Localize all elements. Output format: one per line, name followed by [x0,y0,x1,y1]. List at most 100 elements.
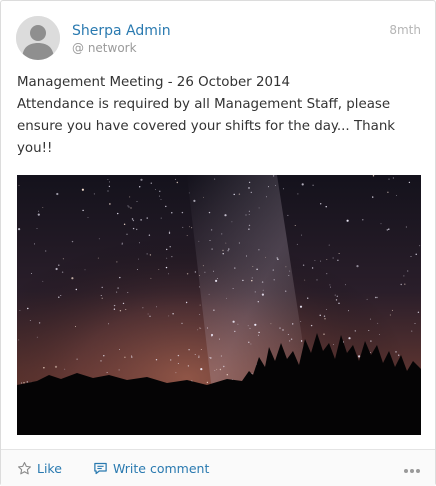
star-dot [198,357,200,358]
star-dot [285,290,287,292]
star-dot [251,280,253,282]
star-dot [131,356,133,358]
star-dot [117,212,119,215]
star-dot [21,382,23,384]
author-network: @ network [72,41,137,55]
star-dot [119,310,122,312]
star-dot [199,304,201,306]
star-dot [270,323,272,325]
star-dot [231,221,233,223]
star-dot [287,214,289,216]
star-dot [287,334,289,336]
star-dot [417,311,420,313]
star-dot [329,284,331,286]
star-dot [273,279,275,281]
star-dot [224,214,227,217]
star-dot [200,327,202,329]
star-dot [332,257,334,259]
star-dot [258,207,260,209]
star-dot [71,240,74,243]
star-dot [336,295,338,297]
star-dot [166,257,168,259]
author-name-link[interactable]: Sherpa Admin [72,23,171,39]
star-dot [36,227,38,229]
star-dot [346,219,349,222]
star-dot [129,196,131,198]
star-dot [26,381,28,383]
star-dot [316,279,318,281]
star-dot [345,284,346,286]
star-dot [131,218,134,220]
star-dot [265,256,266,258]
star-dot [122,302,125,305]
star-dot [369,318,371,320]
star-dot [185,301,188,304]
star-dot [18,228,21,231]
star-dot [377,322,379,324]
star-dot [38,322,41,324]
star-dot [297,193,299,195]
star-dot [55,267,58,271]
star-dot [150,277,152,279]
star-dot [18,185,20,187]
star-dot [226,297,227,299]
star-dot [206,381,209,384]
star-dot [150,182,152,184]
star-outline-icon [17,461,32,476]
more-options-button[interactable] [403,450,421,486]
star-dot [118,369,120,371]
star-dot [301,234,303,236]
star-dot [245,214,247,216]
star-dot [213,309,215,311]
star-dot [146,253,148,255]
star-dot [29,319,31,321]
star-dot [36,336,38,338]
star-dot [117,287,119,289]
star-dot [64,368,66,370]
star-dot [194,271,197,273]
star-dot [130,207,132,209]
star-dot [43,367,45,369]
star-dot [388,228,390,230]
star-dot [136,228,138,231]
star-dot [248,181,251,184]
star-dot [208,293,210,295]
star-dot [419,245,421,247]
star-dot [276,257,278,259]
star-dot [139,186,141,188]
star-dot [198,355,200,357]
star-dot [23,382,25,384]
write-comment-button[interactable]: Write comment [93,450,209,486]
star-dot [124,356,126,358]
star-dot [76,358,78,360]
star-dot [310,324,313,327]
star-dot [358,355,361,358]
star-dot [262,289,264,291]
star-dot [101,297,103,299]
star-dot [311,267,314,269]
star-dot [307,297,309,299]
star-dot [334,294,336,296]
star-dot [222,253,224,255]
star-dot [398,354,400,356]
star-dot [97,257,99,259]
star-dot [218,338,220,340]
star-dot [125,309,127,310]
star-dot [132,227,135,230]
avatar[interactable] [16,16,60,60]
star-dot [18,339,20,341]
star-dot [257,301,259,303]
star-dot [176,181,178,184]
star-dot [415,253,417,255]
star-dot [300,321,302,323]
star-dot [323,315,326,317]
star-dot [119,349,120,351]
like-button[interactable]: Like [17,450,62,486]
star-dot [62,258,64,260]
star-dot [171,256,173,258]
star-dot [221,233,223,235]
star-dot [140,219,142,221]
star-dot [188,192,190,194]
post-image[interactable] [17,175,421,435]
star-dot [289,270,291,272]
